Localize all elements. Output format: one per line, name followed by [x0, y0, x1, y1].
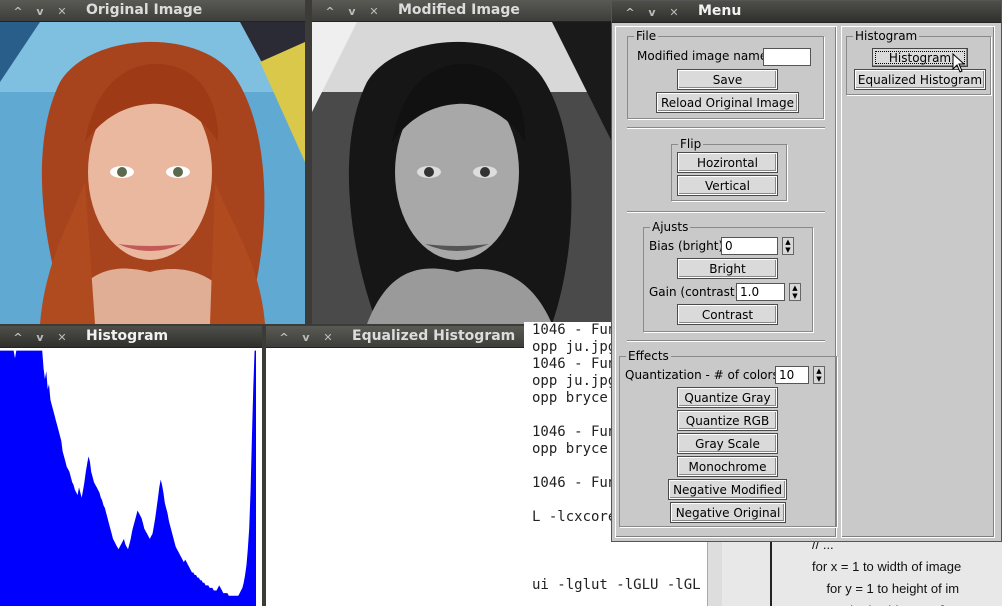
gain-label: Gain (contrast): — [649, 285, 744, 299]
spin-up-icon[interactable]: ▲ — [790, 284, 800, 292]
original-image-window: ^ v ✕ Original Image — [0, 0, 305, 324]
mouse-pointer-icon — [952, 53, 966, 73]
minimize-icon[interactable]: ^ — [10, 3, 26, 19]
histogram-legend: Histogram — [855, 29, 918, 43]
histogram-window: ^ v ✕ Histogram — [0, 326, 262, 606]
spin-up-icon[interactable]: ▲ — [814, 367, 824, 375]
minimize-icon[interactable]: ^ — [10, 329, 26, 345]
chevron-down-icon[interactable]: v — [644, 4, 660, 20]
histogram-canvas — [0, 348, 262, 606]
menu-right-panel — [841, 26, 995, 538]
original-image-canvas — [0, 22, 305, 324]
menu-titlebar[interactable]: ^ v ✕ Menu — [612, 1, 1001, 23]
histogram-titlebar[interactable]: ^ v ✕ Histogram — [0, 326, 262, 348]
minimize-icon[interactable]: ^ — [276, 329, 292, 345]
equalized-histogram-canvas — [266, 348, 528, 606]
bright-button[interactable]: Bright — [677, 258, 778, 279]
equalized-histogram-titlebar[interactable]: ^ v ✕ Equalized Histogram — [266, 326, 528, 348]
minimize-icon[interactable]: ^ — [622, 4, 638, 20]
minimize-icon[interactable]: ^ — [322, 3, 338, 19]
negative-modified-button[interactable]: Negative Modified — [668, 479, 787, 500]
spin-down-icon[interactable]: ▼ — [814, 375, 824, 383]
histogram-plot — [0, 348, 262, 606]
horizontal-flip-button[interactable]: Hozirontal — [677, 152, 778, 173]
close-icon[interactable]: ✕ — [54, 3, 70, 19]
ajusts-legend: Ajusts — [652, 220, 689, 234]
negative-original-button[interactable]: Negative Original — [670, 502, 786, 523]
close-icon[interactable]: ✕ — [54, 329, 70, 345]
flip-legend: Flip — [680, 137, 702, 151]
quantization-label: Quantization - # of colors: — [625, 368, 783, 382]
contrast-button[interactable]: Contrast — [677, 304, 778, 325]
save-button[interactable]: Save — [677, 69, 778, 90]
code-text: // ... for x = 1 to width of image for y… — [812, 537, 962, 606]
modified-image-window: ^ v ✕ Modified Image — [312, 0, 612, 324]
separator — [627, 340, 825, 342]
separator — [627, 127, 825, 129]
window-title: Modified Image — [398, 2, 520, 18]
window-title: Menu — [698, 3, 742, 19]
bias-label: Bias (bright): — [649, 239, 728, 253]
chevron-down-icon[interactable]: v — [32, 3, 48, 19]
spin-up-icon[interactable]: ▲ — [783, 238, 793, 246]
window-title: Equalized Histogram — [352, 328, 516, 344]
equalized-histogram-window: ^ v ✕ Equalized Histogram — [266, 326, 528, 606]
bias-input[interactable] — [721, 237, 778, 255]
gain-input[interactable] — [736, 283, 785, 301]
close-icon[interactable]: ✕ — [366, 3, 382, 19]
modified-image-canvas — [312, 22, 612, 324]
menu-content: File Modified image name: Save Reload Or… — [612, 23, 1001, 541]
original-image-titlebar[interactable]: ^ v ✕ Original Image — [0, 0, 305, 22]
quantize-rgb-button[interactable]: Quantize RGB — [677, 410, 778, 431]
gray-scale-button[interactable]: Gray Scale — [677, 433, 778, 454]
menu-window: ^ v ✕ Menu File Modified image name: Sav… — [611, 0, 1002, 542]
spin-down-icon[interactable]: ▼ — [783, 246, 793, 254]
separator — [627, 211, 825, 213]
gain-spinner[interactable]: ▲ ▼ — [789, 283, 801, 301]
bias-spinner[interactable]: ▲ ▼ — [782, 237, 794, 255]
quantization-input[interactable] — [775, 366, 809, 384]
monochrome-button[interactable]: Monochrome — [677, 456, 778, 477]
modified-photo — [312, 22, 612, 324]
chevron-down-icon[interactable]: v — [344, 3, 360, 19]
chevron-down-icon[interactable]: v — [298, 329, 314, 345]
spin-down-icon[interactable]: ▼ — [790, 292, 800, 300]
window-title: Original Image — [86, 2, 203, 18]
chevron-down-icon[interactable]: v — [32, 329, 48, 345]
effects-legend: Effects — [628, 349, 669, 363]
file-legend: File — [636, 29, 657, 43]
modified-image-name-input[interactable] — [763, 48, 811, 66]
quantization-spinner[interactable]: ▲ ▼ — [813, 366, 825, 384]
close-icon[interactable]: ✕ — [320, 329, 336, 345]
quantize-gray-button[interactable]: Quantize Gray — [677, 387, 778, 408]
modified-image-titlebar[interactable]: ^ v ✕ Modified Image — [312, 0, 612, 22]
reload-original-image-button[interactable]: Reload Original Image — [656, 92, 799, 113]
vertical-flip-button[interactable]: Vertical — [677, 175, 778, 196]
modified-image-name-label: Modified image name: — [637, 49, 772, 63]
close-icon[interactable]: ✕ — [666, 4, 682, 20]
original-photo — [0, 22, 305, 324]
window-title: Histogram — [86, 328, 169, 344]
